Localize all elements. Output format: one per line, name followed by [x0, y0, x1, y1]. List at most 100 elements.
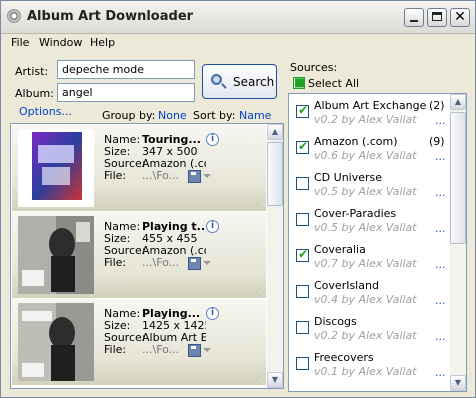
source-version: v0.4 by Alex Vallat: [314, 293, 417, 306]
save-dropdown-icon[interactable]: [203, 261, 211, 265]
sources-scrollbar[interactable]: ▲ ▼: [450, 94, 466, 391]
group-by-dropdown[interactable]: None: [158, 109, 187, 122]
resize-grip-icon[interactable]: ⋰: [255, 286, 263, 294]
scroll-thumb[interactable]: [450, 112, 466, 244]
result-source: Amazon (.co...: [142, 158, 206, 170]
album-label: Album:: [15, 87, 54, 100]
resize-grip-icon[interactable]: ⋰: [255, 373, 263, 381]
save-icon[interactable]: [188, 170, 201, 183]
resize-grip-icon[interactable]: ⋰: [255, 199, 263, 207]
album-thumbnail[interactable]: [18, 303, 94, 381]
close-icon: ✕: [454, 9, 466, 25]
source-item[interactable]: ✔ Coveralia v0.7 by Alex Vallat ...: [289, 239, 449, 275]
source-checkbox[interactable]: ✔: [296, 103, 309, 118]
source-name: CD Universe: [314, 171, 383, 184]
scroll-down-button[interactable]: ▼: [450, 375, 466, 391]
result-item[interactable]: Name: Touring... Size: 347 x 500 Source:Am…: [12, 125, 266, 212]
result-size: 455 x 455: [142, 233, 198, 245]
name-label: Name:: [104, 134, 141, 146]
save-icon[interactable]: [188, 344, 201, 357]
source-checkbox[interactable]: [296, 321, 309, 334]
source-options-link[interactable]: ...: [435, 294, 446, 307]
sort-by-dropdown[interactable]: Name: [239, 109, 271, 122]
source-item[interactable]: ✔ Amazon (.com) (9) v0.6 by Alex Vallat …: [289, 131, 449, 167]
scroll-up-button[interactable]: ▲: [450, 94, 466, 110]
source-item[interactable]: ✔ Album Art Exchange (2) v0.2 by Alex Va…: [289, 95, 449, 131]
source-options-link[interactable]: ...: [435, 150, 446, 163]
artist-input[interactable]: [57, 60, 195, 79]
close-button[interactable]: ✕: [450, 8, 470, 27]
source-item[interactable]: CD Universe v0.5 by Alex Vallat ...: [289, 167, 449, 203]
source-item[interactable]: CoverIsland v0.4 by Alex Vallat ...: [289, 275, 449, 311]
result-size: 1425 x 1425: [142, 320, 206, 332]
source-checkbox[interactable]: ✔: [296, 139, 309, 154]
source-name: Cover-Paradies: [314, 207, 397, 220]
source-options-link[interactable]: ...: [435, 330, 446, 343]
cd-icon: [7, 9, 21, 23]
name-label: Name:: [104, 308, 141, 320]
source-options-link[interactable]: ...: [435, 366, 446, 379]
source-checkbox[interactable]: [296, 177, 309, 190]
maximize-icon: [432, 12, 442, 21]
title-bar[interactable]: Album Art Downloader ✕: [1, 1, 475, 34]
source-checkbox[interactable]: ✔: [296, 247, 309, 262]
source-count: (9): [429, 135, 445, 148]
source-item[interactable]: Discogs v0.2 by Alex Vallat ...: [289, 311, 449, 347]
source-version: v0.2 by Alex Vallat: [314, 113, 417, 126]
menu-window[interactable]: Window: [39, 36, 82, 49]
source-name: Amazon (.com): [314, 135, 398, 148]
save-icon[interactable]: [188, 257, 201, 270]
source-label: Source:: [104, 245, 146, 257]
options-link[interactable]: Options...: [19, 105, 72, 118]
result-size: 347 x 500: [142, 146, 198, 158]
minimize-icon: [410, 20, 418, 22]
info-icon[interactable]: i: [206, 220, 219, 233]
sources-list[interactable]: ✔ Album Art Exchange (2) v0.2 by Alex Va…: [288, 93, 467, 392]
result-name: Playing...: [142, 308, 201, 320]
select-all-label[interactable]: Select All: [308, 77, 359, 90]
source-options-link[interactable]: ...: [435, 114, 446, 127]
save-dropdown-icon[interactable]: [203, 174, 211, 178]
album-thumbnail[interactable]: [18, 216, 94, 294]
menu-file[interactable]: File: [11, 36, 29, 49]
maximize-button[interactable]: [427, 8, 447, 27]
minimize-button[interactable]: [404, 8, 424, 27]
source-options-link[interactable]: ...: [435, 186, 446, 199]
source-version: v0.7 by Alex Vallat: [314, 257, 417, 270]
source-item[interactable]: Cover-Paradies v0.5 by Alex Vallat ...: [289, 203, 449, 239]
select-all-checkbox[interactable]: ■: [293, 75, 305, 89]
save-dropdown-icon[interactable]: [203, 348, 211, 352]
source-item[interactable]: Freecovers v0.1 by Alex Vallat ...: [289, 347, 449, 383]
file-label: File:: [104, 344, 127, 356]
result-source: Amazon (.co...: [142, 245, 206, 257]
info-icon[interactable]: i: [206, 307, 219, 320]
scroll-thumb[interactable]: [267, 142, 283, 206]
app-window: Album Art Downloader ✕ File Window Help …: [0, 0, 476, 398]
source-version: v0.5 by Alex Vallat: [314, 185, 417, 198]
source-checkbox[interactable]: [296, 213, 309, 226]
result-file: ...\Fo...: [142, 257, 180, 269]
scroll-down-button[interactable]: ▼: [267, 372, 283, 388]
search-icon: [211, 74, 222, 85]
size-label: Size:: [104, 320, 131, 332]
sources-label: Sources:: [290, 61, 338, 74]
result-item[interactable]: Name: Playing... Size: 1425 x 1425 Source:…: [12, 299, 266, 386]
album-thumbnail[interactable]: [18, 129, 94, 207]
source-checkbox[interactable]: [296, 285, 309, 298]
album-input[interactable]: [57, 83, 195, 102]
results-list[interactable]: Name: Touring... Size: 347 x 500 Source:Am…: [10, 123, 284, 389]
source-checkbox[interactable]: [296, 357, 309, 370]
menu-help[interactable]: Help: [90, 36, 115, 49]
results-scrollbar[interactable]: ▲ ▼: [267, 124, 283, 388]
source-options-link[interactable]: ...: [435, 222, 446, 235]
search-button[interactable]: Search: [202, 64, 277, 99]
result-file: ...\Fo...: [142, 170, 180, 182]
scroll-up-button[interactable]: ▲: [267, 124, 283, 140]
name-label: Name:: [104, 221, 141, 233]
source-version: v0.1 by Alex Vallat: [314, 365, 417, 378]
source-options-link[interactable]: ...: [435, 258, 446, 271]
result-item[interactable]: Name: Playing t... Size: 455 x 455 Source:…: [12, 212, 266, 299]
source-label: Source:: [104, 332, 146, 344]
size-label: Size:: [104, 233, 131, 245]
info-icon[interactable]: i: [206, 133, 219, 146]
